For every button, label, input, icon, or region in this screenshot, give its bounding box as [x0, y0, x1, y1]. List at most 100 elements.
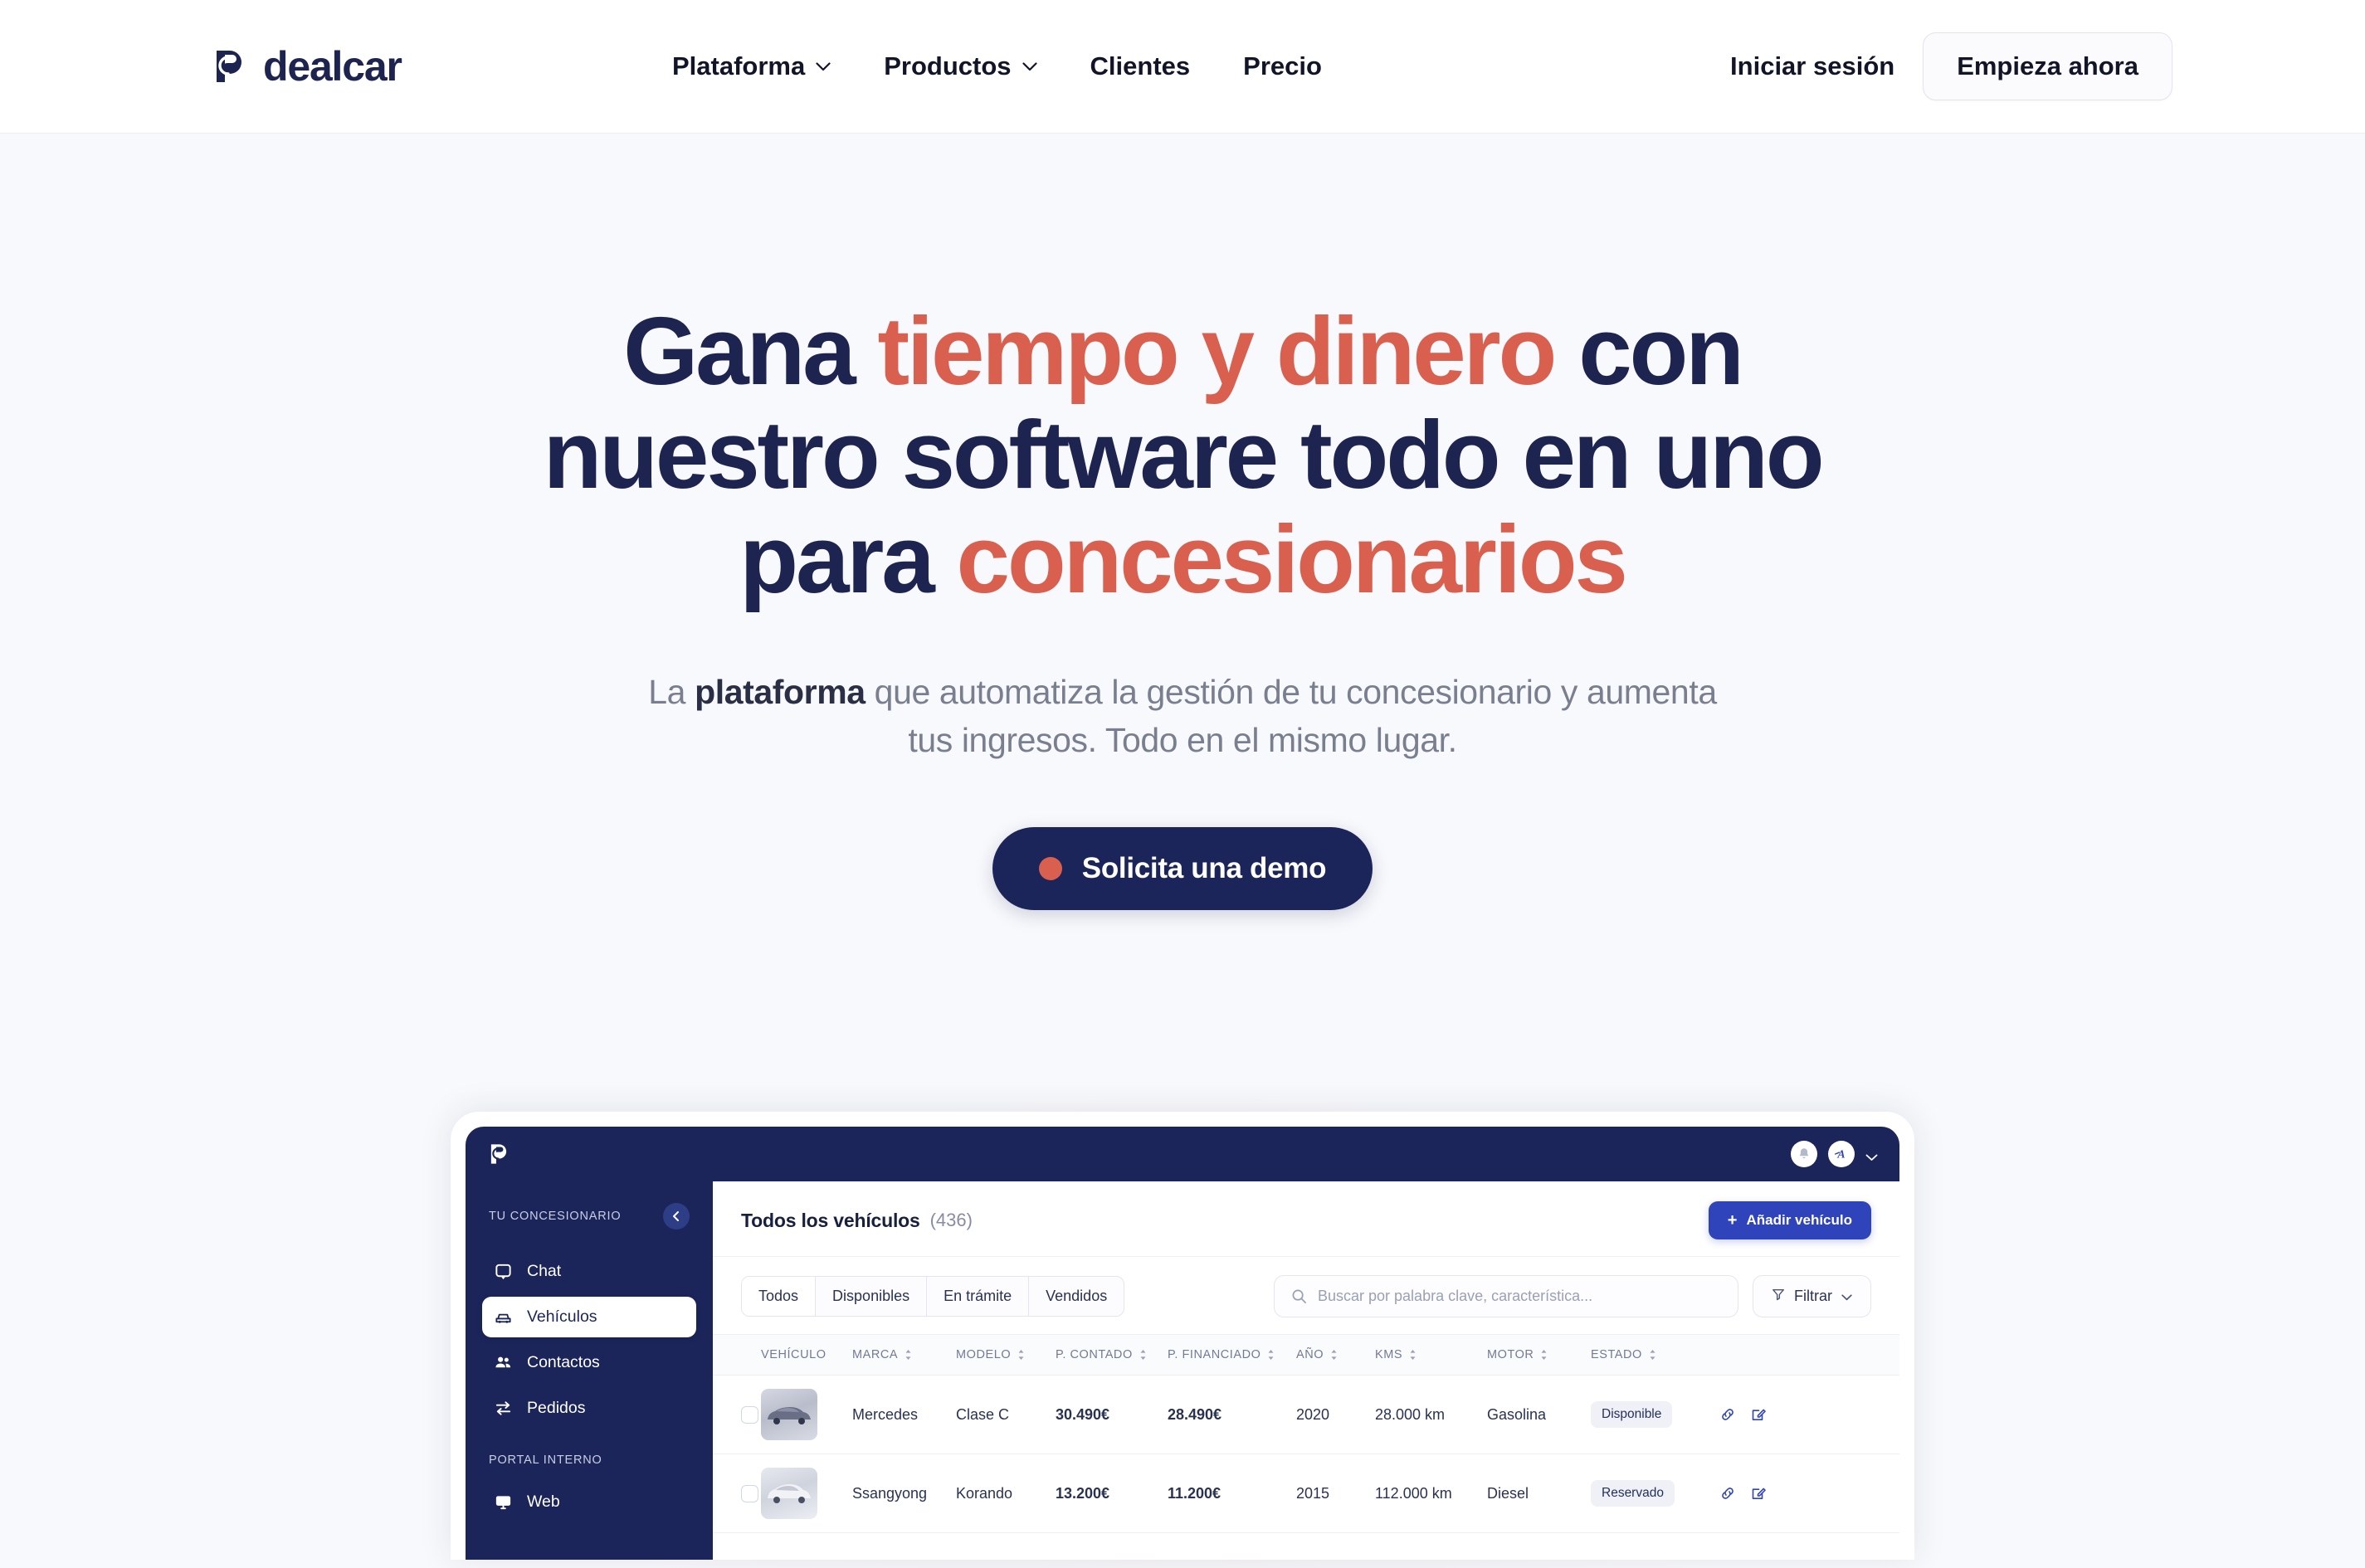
column-actions [1719, 1334, 1899, 1376]
brand-logo[interactable]: dealcar [210, 46, 402, 87]
heading-highlight: tiempo y dinero [877, 297, 1558, 405]
cell-kms: 112.000 km [1375, 1454, 1487, 1533]
column-label: P. CONTADO [1056, 1348, 1133, 1361]
table-row[interactable]: Ssangyong Korando 13.200€ 11.200€ 2015 1… [713, 1454, 1899, 1533]
sidebar-section-2-label: PORTAL INTERNO [489, 1454, 602, 1467]
column-estado[interactable]: ESTADO [1591, 1334, 1719, 1376]
sidebar-section-1-label: TU CONCESIONARIO [489, 1210, 622, 1223]
cell-modelo: Clase C [956, 1375, 1056, 1454]
vehicles-table: VEHÍCULO MARCA MODELO P. CONTADO P. FINA… [713, 1334, 1899, 1533]
tab-disponibles[interactable]: Disponibles [816, 1277, 928, 1316]
search-icon [1291, 1288, 1307, 1304]
table-row[interactable]: Mercedes Clase C 30.490€ 28.490€ 2020 28… [713, 1375, 1899, 1454]
sidebar-item-label: Contactos [527, 1353, 600, 1371]
row-thumbnail-cell [761, 1375, 852, 1454]
users-icon [494, 1353, 513, 1372]
cell-motor: Gasolina [1487, 1375, 1591, 1454]
heading-text: Gana [623, 297, 878, 405]
column-label: KMS [1375, 1348, 1403, 1361]
sidebar-collapse-button[interactable] [663, 1203, 690, 1230]
column-label: MARCA [852, 1348, 899, 1361]
hero-subtitle: La plataforma que automatiza la gestión … [643, 668, 1722, 764]
column-kms[interactable]: KMS [1375, 1334, 1487, 1376]
cell-p-contado: 30.490€ [1056, 1375, 1168, 1454]
sort-icon [1267, 1349, 1275, 1361]
column-anio[interactable]: AÑO [1296, 1334, 1375, 1376]
link-icon[interactable] [1719, 1406, 1736, 1423]
coral-dot-icon [1038, 857, 1062, 881]
column-p-contado[interactable]: P. CONTADO [1056, 1334, 1168, 1376]
heading-text: para [739, 504, 957, 613]
row-checkbox[interactable] [741, 1405, 758, 1424]
filter-label: Filtrar [1794, 1288, 1832, 1304]
edit-icon[interactable] [1750, 1406, 1767, 1423]
vehicle-count: (436) [929, 1210, 973, 1230]
heading-text: con [1554, 297, 1744, 405]
chevron-left-icon [670, 1210, 682, 1222]
select-all-header [713, 1334, 761, 1376]
cell-actions [1719, 1454, 1899, 1533]
nav-item-precio[interactable]: Precio [1243, 51, 1322, 81]
cell-estado: Disponible [1591, 1375, 1719, 1454]
nav-label: Clientes [1090, 51, 1191, 80]
search-input[interactable]: Buscar por palabra clave, característica… [1274, 1275, 1738, 1317]
heading-line-2: nuestro software todo en uno [543, 401, 1825, 509]
tab-vendidos[interactable]: Vendidos [1029, 1277, 1124, 1316]
start-now-button[interactable]: Empieza ahora [1923, 32, 2172, 100]
column-p-financiado[interactable]: P. FINANCIADO [1168, 1334, 1296, 1376]
chat-icon [494, 1262, 513, 1281]
nav-item-productos[interactable]: Productos [884, 51, 1037, 81]
notification-bell-icon[interactable] [1791, 1141, 1817, 1167]
app-window: A TU CONCESIONARIO Chat Vehículos Contac… [466, 1127, 1899, 1560]
filter-button[interactable]: Filtrar [1753, 1275, 1871, 1317]
hero-section: Gana tiempo y dinero con nuestro softwar… [0, 134, 2365, 911]
link-icon[interactable] [1719, 1485, 1736, 1502]
cell-motor: Diesel [1487, 1454, 1591, 1533]
subtitle-text: que automatiza la gestión de tu concesio… [865, 672, 1717, 760]
column-modelo[interactable]: MODELO [956, 1334, 1056, 1376]
row-checkbox[interactable] [741, 1484, 758, 1502]
avatar[interactable]: A [1828, 1141, 1855, 1167]
svg-text:A: A [1836, 1148, 1845, 1161]
sidebar-item-contactos[interactable]: Contactos [482, 1342, 696, 1383]
sort-icon [1017, 1349, 1025, 1361]
sidebar-item-web[interactable]: Web [482, 1482, 696, 1522]
cell-anio: 2020 [1296, 1375, 1375, 1454]
sidebar-item-vehiculos[interactable]: Vehículos [482, 1297, 696, 1337]
app-dealcar-swirl-logo-icon[interactable] [487, 1142, 510, 1166]
cell-marca: Ssangyong [852, 1454, 956, 1533]
sidebar-item-label: Vehículos [527, 1307, 597, 1326]
app-sidebar: TU CONCESIONARIO Chat Vehículos Contacto… [466, 1181, 713, 1560]
tab-en-tramite[interactable]: En trámite [927, 1277, 1030, 1316]
nav-item-clientes[interactable]: Clientes [1090, 51, 1191, 81]
row-select-cell [713, 1454, 761, 1533]
add-vehicle-button[interactable]: + Añadir vehículo [1708, 1201, 1871, 1239]
request-demo-button[interactable]: Solicita una demo [992, 827, 1373, 911]
chevron-down-icon[interactable] [1865, 1151, 1878, 1161]
status-badge: Reservado [1591, 1480, 1675, 1507]
app-topbar: A [466, 1127, 1899, 1181]
sidebar-item-pedidos[interactable]: Pedidos [482, 1388, 696, 1429]
tab-todos[interactable]: Todos [742, 1277, 817, 1316]
sidebar-section-header-1: TU CONCESIONARIO [482, 1203, 696, 1230]
vehicle-photo [761, 1389, 817, 1440]
login-link[interactable]: Iniciar sesión [1730, 51, 1894, 81]
chevron-down-icon [1022, 61, 1037, 71]
nav-label: Productos [884, 51, 1012, 80]
brand-name: dealcar [263, 43, 402, 90]
dealcar-swirl-logo-icon [210, 47, 248, 85]
subtitle-text: La [648, 672, 695, 711]
cell-modelo: Korando [956, 1454, 1056, 1533]
column-motor[interactable]: MOTOR [1487, 1334, 1591, 1376]
edit-icon[interactable] [1750, 1485, 1767, 1502]
chevron-down-icon [1841, 1288, 1852, 1305]
page-title: Gana tiempo y dinero con nuestro softwar… [436, 299, 1929, 611]
app-screenshot-mockup: A TU CONCESIONARIO Chat Vehículos Contac… [401, 1079, 1964, 1568]
nav-item-plataforma[interactable]: Plataforma [672, 51, 831, 81]
column-label: VEHÍCULO [761, 1348, 827, 1361]
column-marca[interactable]: MARCA [852, 1334, 956, 1376]
sidebar-item-chat[interactable]: Chat [482, 1251, 696, 1292]
device-frame: A TU CONCESIONARIO Chat Vehículos Contac… [451, 1112, 1914, 1560]
panel-toolbar: Todos Disponibles En trámite Vendidos Bu… [713, 1257, 1899, 1334]
car-icon [494, 1307, 513, 1327]
